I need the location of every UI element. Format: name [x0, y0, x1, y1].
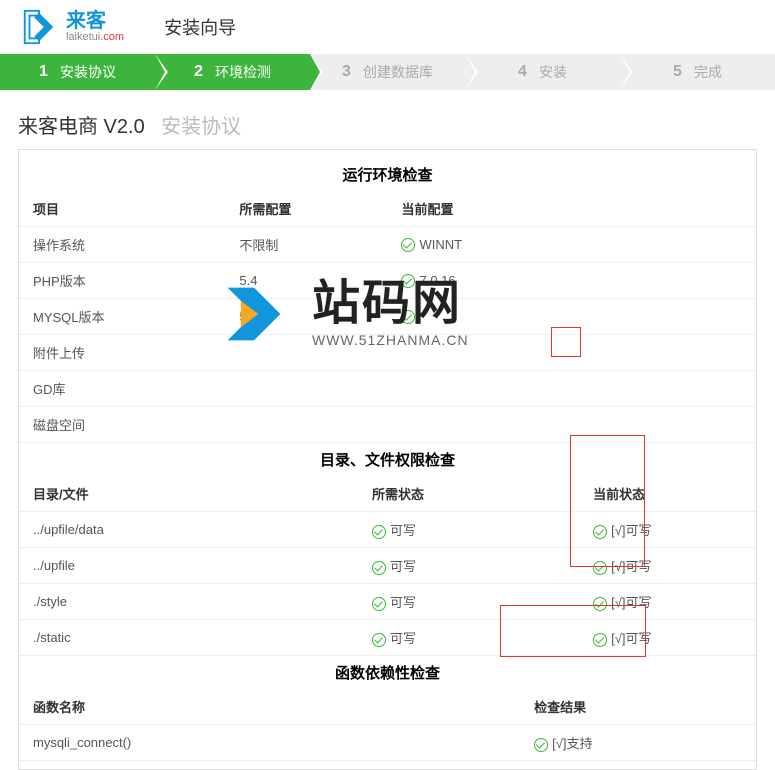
check-icon — [593, 525, 607, 539]
col-func-name: 函数名称 — [19, 689, 520, 725]
check-icon — [372, 561, 386, 575]
check-icon — [401, 274, 415, 288]
header: 来客 laiketui.com 安装向导 — [0, 0, 775, 54]
table-row: ./style可写[√]可写 — [19, 584, 756, 620]
func-section-title: 函数依赖性检查 — [19, 656, 756, 689]
step-4[interactable]: 4安装 — [465, 54, 620, 90]
col-required: 所需配置 — [225, 191, 387, 227]
table-row: MYSQL版本5.5 — [19, 299, 756, 335]
logo-icon — [20, 8, 58, 46]
func-table: 函数名称 检查结果 mysqli_connect()[√]支持 — [19, 689, 756, 761]
table-row: 磁盘空间 — [19, 407, 756, 443]
dir-table: 目录/文件 所需状态 当前状态 ../upfile/data可写[√]可写 ..… — [19, 476, 756, 656]
check-icon — [372, 525, 386, 539]
table-row: ../upfile可写[√]可写 — [19, 548, 756, 584]
table-row: ./static可写[√]可写 — [19, 620, 756, 656]
dir-section-title: 目录、文件权限检查 — [19, 443, 756, 476]
step-1[interactable]: 1安装协议 — [0, 54, 155, 90]
col-req-state: 所需状态 — [358, 476, 579, 512]
table-row: GD库 — [19, 371, 756, 407]
step-2[interactable]: 2环境检测 — [155, 54, 310, 90]
step-3[interactable]: 3创建数据库 — [310, 54, 465, 90]
install-steps: 1安装协议 2环境检测 3创建数据库 4安装 5完成 — [0, 54, 775, 90]
table-row: 操作系统不限制WINNT — [19, 227, 756, 263]
check-icon — [372, 597, 386, 611]
logo-text-en: laiketui.com — [66, 31, 124, 43]
col-cur-state: 当前状态 — [579, 476, 756, 512]
table-header-row: 函数名称 检查结果 — [19, 689, 756, 725]
logo: 来客 laiketui.com — [20, 8, 124, 46]
check-icon — [593, 561, 607, 575]
product-name: 来客电商 V2.0 — [18, 116, 145, 138]
env-table: 项目 所需配置 当前配置 操作系统不限制WINNT PHP版本5.47.0.16… — [19, 191, 756, 443]
table-header-row: 项目 所需配置 当前配置 — [19, 191, 756, 227]
step-5[interactable]: 5完成 — [620, 54, 775, 90]
table-row: mysqli_connect()[√]支持 — [19, 725, 756, 761]
table-header-row: 目录/文件 所需状态 当前状态 — [19, 476, 756, 512]
check-icon — [401, 238, 415, 252]
check-icon — [372, 633, 386, 647]
check-icon — [593, 597, 607, 611]
check-icon — [401, 310, 415, 324]
page-subtitle: 安装协议 — [161, 116, 241, 138]
table-row: 附件上传 — [19, 335, 756, 371]
table-row: ../upfile/data可写[√]可写 — [19, 512, 756, 548]
col-result: 检查结果 — [520, 689, 756, 725]
col-path: 目录/文件 — [19, 476, 358, 512]
header-title: 安装向导 — [164, 14, 236, 40]
col-current: 当前配置 — [387, 191, 756, 227]
content-panel: 运行环境检查 项目 所需配置 当前配置 操作系统不限制WINNT PHP版本5.… — [18, 149, 757, 770]
check-icon — [593, 633, 607, 647]
check-icon — [534, 738, 548, 752]
table-row: PHP版本5.47.0.16 — [19, 263, 756, 299]
page-title: 来客电商 V2.0 安装协议 — [0, 90, 775, 149]
logo-text-cn: 来客 — [66, 11, 124, 31]
col-item: 项目 — [19, 191, 225, 227]
env-section-title: 运行环境检查 — [19, 158, 756, 191]
